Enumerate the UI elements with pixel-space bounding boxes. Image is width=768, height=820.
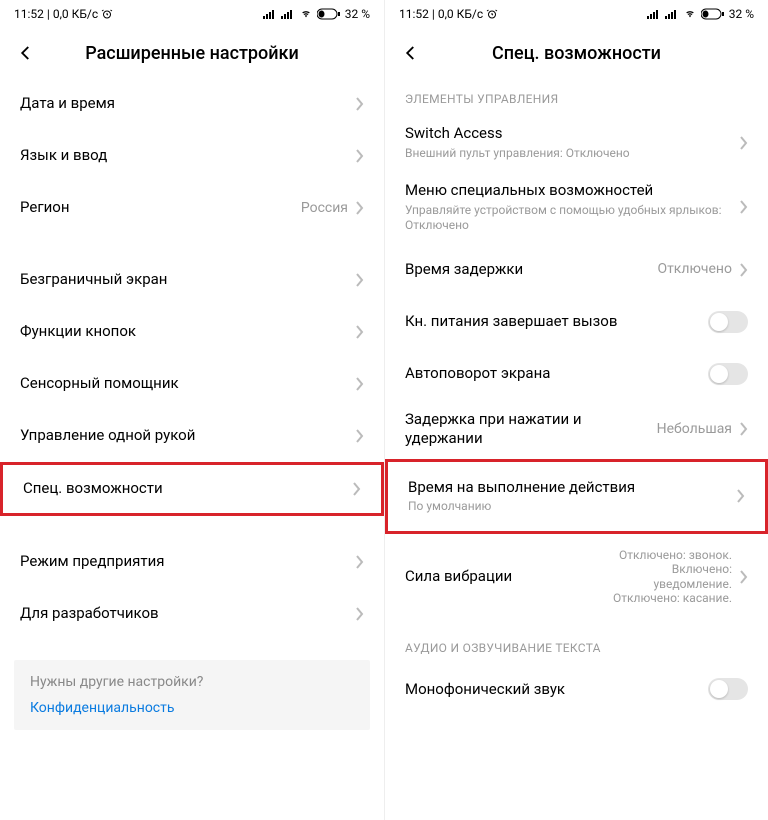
item-label: Кн. питания завершает вызов	[405, 312, 708, 332]
item-sub: Управляйте устройством с помощью удобных…	[405, 203, 740, 234]
signal-icon-2	[665, 9, 679, 19]
item-label: Сенсорный помощник	[20, 374, 356, 394]
header: Расширенные настройки	[0, 28, 384, 78]
toggle-switch[interactable]	[708, 311, 748, 333]
item-auto-rotate[interactable]: Автоповорот экрана	[385, 348, 768, 400]
screen-accessibility: 11:52 | 0,0 КБ/с 32 % Спец. возможности …	[384, 0, 768, 820]
section-controls: ЭЛЕМЕНТЫ УПРАВЛЕНИЯ	[385, 78, 768, 114]
chevron-right-icon	[740, 263, 748, 277]
item-sub: По умолчанию	[408, 499, 737, 515]
item-label: Задержка при нажатии и удержании	[405, 410, 657, 449]
item-label: Спец. возможности	[23, 479, 353, 499]
item-delay-time[interactable]: Время задержки Отключено	[385, 244, 768, 296]
item-label: Регион	[20, 198, 301, 218]
item-touch-assist[interactable]: Сенсорный помощник	[0, 358, 384, 410]
item-vibration-strength[interactable]: Сила вибрации Отключено: звонок. Включен…	[385, 534, 768, 620]
item-label: Автоповорот экрана	[405, 364, 708, 384]
status-battery-pct: 32 %	[729, 7, 754, 21]
back-button[interactable]	[14, 41, 38, 65]
item-label: Сила вибрации	[405, 567, 592, 587]
item-label: Монофонический звук	[405, 680, 708, 700]
item-label: Время задержки	[405, 260, 657, 280]
page-title: Расширенные настройки	[38, 43, 346, 64]
chevron-right-icon	[353, 482, 361, 496]
chevron-right-icon	[740, 136, 748, 150]
back-button[interactable]	[399, 41, 423, 65]
item-sub: Внешний пульт управления: Отключено	[405, 146, 740, 162]
alarm-icon	[101, 8, 113, 20]
chevron-right-icon	[356, 149, 364, 163]
item-touch-hold-delay[interactable]: Задержка при нажатии и удержании Небольш…	[385, 400, 768, 459]
chevron-right-icon	[356, 555, 364, 569]
chevron-right-icon	[737, 489, 745, 503]
item-date-time[interactable]: Дата и время	[0, 78, 384, 130]
status-bar: 11:52 | 0,0 КБ/с 32 %	[385, 0, 768, 28]
signal-icon-2	[281, 9, 295, 19]
toggle-switch[interactable]	[708, 678, 748, 700]
alarm-icon	[486, 8, 498, 20]
item-label: Время на выполнение действия	[408, 478, 737, 498]
item-label: Для разработчиков	[20, 604, 356, 624]
status-bar: 11:52 | 0,0 КБ/с 32 %	[0, 0, 384, 28]
item-accessibility[interactable]: Спец. возможности	[0, 462, 384, 516]
item-value: Отключено: звонок. Включено: уведомление…	[592, 548, 732, 606]
chevron-right-icon	[356, 325, 364, 339]
chevron-right-icon	[356, 273, 364, 287]
item-mono-audio[interactable]: Монофонический звук	[385, 663, 768, 715]
item-one-hand[interactable]: Управление одной рукой	[0, 410, 384, 462]
item-developer-options[interactable]: Для разработчиков	[0, 588, 384, 640]
status-time: 11:52	[14, 7, 44, 21]
item-language-input[interactable]: Язык и ввод	[0, 130, 384, 182]
status-battery-pct: 32 %	[345, 7, 370, 21]
item-label: Язык и ввод	[20, 146, 356, 166]
item-button-functions[interactable]: Функции кнопок	[0, 306, 384, 358]
item-enterprise-mode[interactable]: Режим предприятия	[0, 536, 384, 588]
item-label: Управление одной рукой	[20, 426, 356, 446]
status-sep: |	[47, 7, 50, 21]
item-switch-access[interactable]: Switch Access Внешний пульт управления: …	[385, 114, 768, 171]
status-netspeed: 0,0 КБ/с	[438, 7, 483, 21]
wifi-icon	[299, 9, 313, 19]
footer-card: Нужны другие настройки? Конфиденциальнос…	[14, 660, 370, 730]
item-label: Меню специальных возможностей	[405, 181, 740, 201]
item-label: Switch Access	[405, 124, 740, 144]
chevron-right-icon	[740, 422, 748, 436]
item-value: Небольшая	[657, 421, 732, 438]
item-region[interactable]: Регион Россия	[0, 182, 384, 234]
toggle-switch[interactable]	[708, 363, 748, 385]
status-netspeed: 0,0 КБ/с	[53, 7, 98, 21]
header: Спец. возможности	[385, 28, 768, 78]
item-label: Безграничный экран	[20, 270, 356, 290]
chevron-right-icon	[356, 97, 364, 111]
item-power-ends-call[interactable]: Кн. питания завершает вызов	[385, 296, 768, 348]
wifi-icon	[683, 9, 697, 19]
item-label: Режим предприятия	[20, 552, 356, 572]
chevron-right-icon	[740, 570, 748, 584]
battery-icon	[317, 8, 341, 20]
item-label: Дата и время	[20, 94, 356, 114]
item-value: Отключено	[657, 261, 732, 278]
item-label: Функции кнопок	[20, 322, 356, 342]
item-fullscreen[interactable]: Безграничный экран	[0, 254, 384, 306]
signal-icon	[263, 9, 277, 19]
section-audio: АУДИО И ОЗВУЧИВАНИЕ ТЕКСТА	[385, 627, 768, 663]
item-accessibility-menu[interactable]: Меню специальных возможностей Управляйте…	[385, 171, 768, 244]
status-sep: |	[432, 7, 435, 21]
item-value: Россия	[301, 200, 348, 217]
screen-advanced-settings: 11:52 | 0,0 КБ/с 32 % Расширенные настро…	[0, 0, 384, 820]
battery-icon	[701, 8, 725, 20]
chevron-right-icon	[740, 200, 748, 214]
signal-icon	[647, 9, 661, 19]
page-title: Спец. возможности	[423, 43, 730, 64]
item-time-to-act[interactable]: Время на выполнение действия По умолчани…	[385, 459, 768, 534]
footer-prompt: Нужны другие настройки?	[30, 674, 354, 690]
chevron-right-icon	[356, 377, 364, 391]
footer-link-privacy[interactable]: Конфиденциальность	[30, 700, 354, 716]
chevron-right-icon	[356, 429, 364, 443]
chevron-right-icon	[356, 201, 364, 215]
status-time: 11:52	[399, 7, 429, 21]
chevron-right-icon	[356, 607, 364, 621]
